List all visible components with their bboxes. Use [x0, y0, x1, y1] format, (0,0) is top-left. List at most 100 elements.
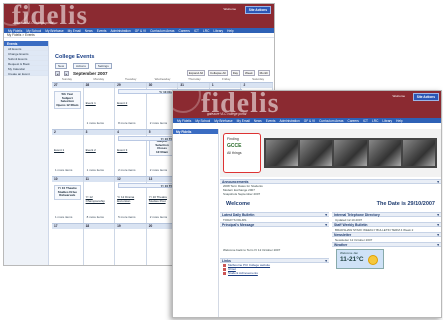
nav-item[interactable]: LRC: [203, 29, 209, 33]
calendar-event[interactable]: Yr 12 Drama Excursion: [117, 195, 144, 203]
day-number[interactable]: 29: [115, 83, 146, 88]
more-items-link[interactable]: 2 more items: [150, 215, 167, 219]
new-menu[interactable]: New: [55, 63, 68, 69]
day-number[interactable]: 3: [83, 130, 115, 135]
user-welcome[interactable]: Welcome: [393, 94, 405, 98]
nav-item[interactable]: My Briefcase: [45, 29, 63, 33]
nav-item[interactable]: Events: [97, 29, 107, 33]
nav-item[interactable]: News: [85, 29, 93, 33]
nav-item[interactable]: My Fidelis: [177, 119, 191, 123]
day-number[interactable]: 28: [83, 83, 115, 88]
chevron-down-icon[interactable]: ▾: [325, 213, 327, 217]
calendar-day[interactable]: 11 Yr 12 Championship 8 more items: [83, 177, 116, 223]
calendar-day[interactable]: 18: [83, 224, 116, 265]
more-items-link[interactable]: 1 more items: [87, 168, 104, 172]
chevron-down-icon[interactable]: ▾: [325, 223, 327, 227]
breadcrumb[interactable]: My Fidelis > Events: [4, 33, 274, 38]
more-items-link[interactable]: 2 more items: [150, 168, 167, 172]
more-items-link[interactable]: 2 more items: [150, 121, 167, 125]
calendar-event[interactable]: 5th Year Subject Selection Opens 12:00am: [54, 91, 81, 110]
chevron-down-icon[interactable]: ▾: [437, 243, 439, 247]
more-items-link[interactable]: 1 more items: [55, 168, 72, 172]
nav-item[interactable]: My Fidelis: [8, 29, 22, 33]
more-items-link[interactable]: 1 more items: [87, 121, 104, 125]
day-number[interactable]: 4: [115, 130, 146, 135]
calendar-day[interactable]: 10 Yr 10 Theatre Studies Drive Rehearsals…: [52, 177, 84, 223]
day-number[interactable]: 31: [178, 83, 209, 88]
calendar-day[interactable]: 19: [115, 224, 147, 265]
view-button[interactable]: Expand All: [186, 70, 205, 76]
calendar-day[interactable]: 28 Event 1 1 more items: [83, 83, 116, 129]
nav-item[interactable]: GF & VI: [304, 119, 315, 123]
nav-item[interactable]: ICT: [363, 119, 368, 123]
calendar-event[interactable]: Event 2: [117, 101, 144, 106]
view-button[interactable]: Day: [230, 70, 241, 76]
sidebar-item[interactable]: Create an Event: [4, 71, 48, 76]
calendar-event[interactable]: Yr 10 Theatre Studies Drive Rehearsals: [54, 185, 81, 200]
nav-item[interactable]: News: [254, 119, 262, 123]
day-number[interactable]: 11: [83, 177, 115, 182]
nav-item[interactable]: Events: [266, 119, 276, 123]
day-number[interactable]: 10: [52, 177, 83, 182]
nav-item[interactable]: Administration: [280, 119, 300, 123]
calendar-day[interactable]: 17: [52, 224, 84, 265]
calendar-event[interactable]: Event 1: [86, 101, 113, 106]
next-month-button[interactable]: ▸: [64, 70, 69, 76]
settings-menu[interactable]: Settings: [94, 63, 112, 69]
chevron-down-icon[interactable]: ▾: [437, 233, 439, 237]
day-number[interactable]: 2: [241, 83, 273, 88]
nav-item[interactable]: Careers: [179, 29, 190, 33]
nav-item[interactable]: My Briefcase: [214, 119, 232, 123]
more-items-link[interactable]: 8 more items: [87, 215, 104, 219]
calendar-day[interactable]: 2 Event 1 1 more items: [52, 130, 84, 176]
link-item[interactable]: Student Achievements: [220, 271, 329, 275]
chevron-down-icon[interactable]: ▾: [325, 259, 327, 263]
nav-item[interactable]: LRC: [372, 119, 378, 123]
user-welcome[interactable]: Welcome: [224, 7, 236, 11]
link-label[interactable]: Student Achievements: [228, 271, 258, 275]
calendar-day[interactable]: 27 5th Year Subject Selection Opens 12:00…: [52, 83, 84, 129]
nav-item[interactable]: My Email: [68, 29, 81, 33]
calendar-event[interactable]: Event 2: [86, 148, 113, 153]
day-number[interactable]: 18: [83, 224, 115, 229]
day-number[interactable]: 2: [52, 130, 83, 135]
view-button[interactable]: Collapse All: [208, 70, 228, 76]
sidebar-header[interactable]: My Fidelis: [173, 129, 218, 134]
nav-item[interactable]: GF & VI: [135, 29, 146, 33]
more-items-link[interactable]: 8 more items: [118, 121, 135, 125]
more-items-link[interactable]: 5 more items: [118, 215, 135, 219]
calendar-day[interactable]: 3 Event 2 1 more items: [83, 130, 116, 176]
announcement-item[interactable]: Snapshots September 2007: [220, 192, 441, 196]
nav-item[interactable]: Careers: [348, 119, 359, 123]
prev-month-button[interactable]: ◂: [55, 70, 60, 76]
nav-item[interactable]: My School: [195, 119, 210, 123]
actions-menu[interactable]: Actions: [73, 63, 89, 69]
calendar-event[interactable]: Event 1: [54, 148, 81, 153]
nav-item[interactable]: My Email: [237, 119, 250, 123]
view-button[interactable]: Week: [243, 70, 255, 76]
calendar-event[interactable]: Yr 12 Championship: [86, 195, 113, 203]
nav-item[interactable]: Library: [213, 29, 223, 33]
nav-item[interactable]: Help: [227, 29, 234, 33]
day-number[interactable]: 12: [115, 177, 146, 182]
nav-item[interactable]: Curriculum Areas: [319, 119, 343, 123]
chevron-down-icon[interactable]: ▾: [437, 223, 439, 227]
day-number[interactable]: 27: [52, 83, 83, 88]
chevron-down-icon[interactable]: ▾: [437, 213, 439, 217]
site-actions-button[interactable]: Site Actions: [244, 6, 271, 14]
nav-item[interactable]: ICT: [194, 29, 199, 33]
nav-item[interactable]: Library: [382, 119, 392, 123]
more-items-link[interactable]: 1 more items: [55, 215, 72, 219]
nav-item[interactable]: Administration: [111, 29, 131, 33]
more-items-link[interactable]: 2 more items: [118, 168, 135, 172]
view-button[interactable]: Month: [257, 70, 270, 76]
day-number[interactable]: 30: [146, 83, 178, 88]
day-number[interactable]: 1: [209, 83, 241, 88]
day-number[interactable]: 17: [52, 224, 83, 229]
calendar-event[interactable]: Event 3: [117, 148, 144, 153]
nav-item[interactable]: Curriculum Areas: [150, 29, 174, 33]
nav-item[interactable]: Help: [396, 119, 403, 123]
site-actions-button[interactable]: Site Actions: [412, 93, 439, 101]
chevron-down-icon[interactable]: ▾: [437, 180, 439, 184]
nav-item[interactable]: My School: [26, 29, 41, 33]
